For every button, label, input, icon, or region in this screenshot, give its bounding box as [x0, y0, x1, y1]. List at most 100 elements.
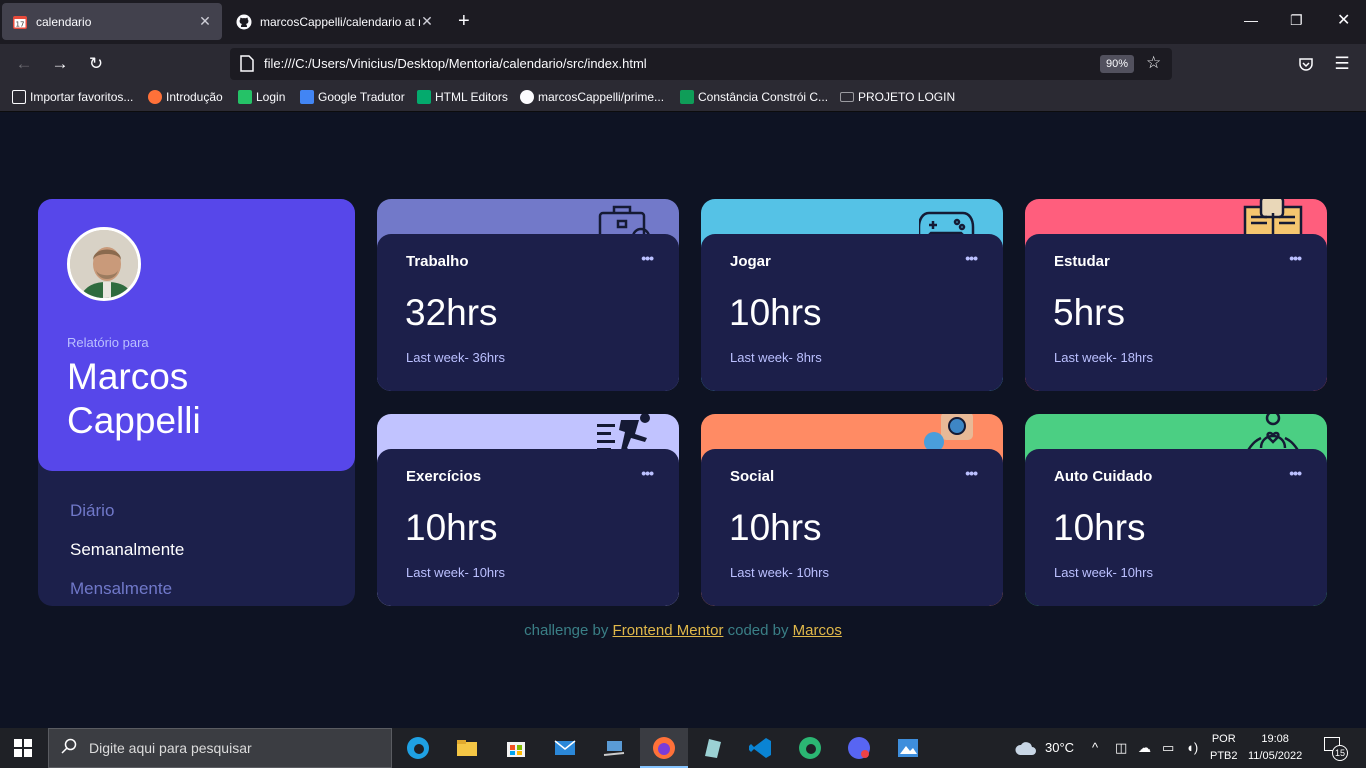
firefox-icon: [148, 90, 162, 104]
calendar-favicon-icon: 17: [12, 14, 28, 30]
card-title: Social: [730, 468, 775, 485]
bookmark-github-prime[interactable]: marcosCappelli/prime...: [520, 90, 664, 104]
github-icon: [236, 14, 252, 30]
close-window-button[interactable]: ✕: [1337, 10, 1350, 30]
period-weekly[interactable]: Semanalmente: [70, 540, 184, 560]
bookmark-label: HTML Editors: [435, 90, 508, 104]
bookmark-label: Importar favoritos...: [30, 90, 134, 104]
ellipsis-menu-icon[interactable]: •••: [1289, 250, 1302, 266]
weather-temperature[interactable]: 30°C: [1045, 740, 1074, 755]
previous-hours: Last week- 36hrs: [406, 350, 505, 365]
page-content: Relatório para Marcos Cappelli Diário Se…: [0, 112, 1366, 728]
windows-start-icon[interactable]: [14, 739, 32, 757]
bookmarks-bar: Importar favoritos... Introdução Login G…: [0, 84, 1366, 112]
reload-icon[interactable]: ↻: [84, 52, 108, 76]
w3schools-icon: [417, 90, 431, 104]
clock-time: 19:08: [1261, 733, 1289, 745]
ellipsis-menu-icon[interactable]: •••: [641, 250, 654, 266]
svg-text:17: 17: [16, 20, 25, 28]
card-title: Estudar: [1054, 253, 1110, 270]
period-daily[interactable]: Diário: [70, 501, 114, 521]
camera-icon[interactable]: ◫: [1115, 740, 1127, 756]
notification-count: 15: [1332, 745, 1348, 761]
firefox-taskbar-icon[interactable]: [650, 734, 678, 762]
page-icon: [240, 55, 254, 77]
discord-icon[interactable]: [845, 734, 873, 762]
browser-tab-bar: 17 calendario ✕ marcosCappelli/calendari…: [0, 0, 1366, 44]
bookmark-label: Login: [256, 90, 286, 104]
tab-github[interactable]: marcosCappelli/calendario at m ✕: [226, 3, 444, 40]
onedrive-cloud-icon[interactable]: ☁: [1138, 740, 1151, 756]
author-link[interactable]: Marcos: [793, 622, 842, 639]
input-language[interactable]: POR PTB2: [1210, 731, 1238, 765]
card-title: Trabalho: [406, 253, 469, 270]
bookmark-label: PROJETO LOGIN: [858, 90, 956, 104]
ellipsis-menu-icon[interactable]: •••: [965, 465, 978, 481]
bookmark-login[interactable]: Login: [238, 90, 285, 104]
photos-icon[interactable]: [894, 734, 922, 762]
github-icon: [520, 90, 534, 104]
bookmark-html-editors[interactable]: HTML Editors: [417, 90, 508, 104]
minimize-window-button[interactable]: —: [1244, 12, 1258, 28]
keyboard-icon: [840, 92, 854, 102]
period-monthly[interactable]: Mensalmente: [70, 579, 172, 599]
bookmark-import[interactable]: Importar favoritos...: [12, 90, 133, 104]
card-body: Auto Cuidado ••• 10hrs Last week- 10hrs: [1025, 449, 1327, 606]
new-tab-button[interactable]: +: [458, 10, 470, 32]
clock-date: 11/05/2022: [1248, 750, 1303, 762]
zoom-level-badge[interactable]: 90%: [1100, 55, 1135, 73]
attribution-middle: coded by: [727, 622, 789, 639]
address-bar[interactable]: file:///C:/Users/Vinicius/Desktop/Mentor…: [230, 48, 1172, 80]
previous-hours: Last week- 10hrs: [1054, 565, 1153, 580]
notifications-icon[interactable]: 15: [1324, 737, 1348, 761]
chevron-up-icon[interactable]: ^: [1092, 740, 1098, 755]
bookmark-star-icon[interactable]: ☆: [1146, 53, 1161, 73]
user-name: Marcos Cappelli: [67, 356, 201, 441]
previous-hours: Last week- 10hrs: [406, 565, 505, 580]
volume-icon[interactable]: ◖): [1186, 740, 1198, 755]
edge-icon[interactable]: [404, 734, 432, 762]
mail-icon[interactable]: [551, 734, 579, 762]
system-clock[interactable]: 19:08 11/05/2022: [1248, 731, 1302, 765]
current-hours: 10hrs: [729, 292, 822, 333]
card-body: Exercícios ••• 10hrs Last week- 10hrs: [377, 449, 679, 606]
network-icon[interactable]: ▭: [1162, 740, 1174, 756]
bookmark-introducao[interactable]: Introdução: [148, 90, 223, 104]
bookmark-constancia[interactable]: Constância Constrói C...: [680, 90, 828, 104]
card-body: Estudar ••• 5hrs Last week- 18hrs: [1025, 234, 1327, 391]
weather-cloud-icon[interactable]: [1014, 738, 1038, 761]
card-title: Exercícios: [406, 468, 482, 485]
laptop-icon[interactable]: [600, 734, 628, 762]
file-explorer-icon[interactable]: [453, 734, 481, 762]
close-tab-icon[interactable]: ✕: [198, 13, 212, 30]
pocket-icon[interactable]: [1294, 52, 1318, 76]
previous-hours: Last week- 8hrs: [730, 350, 822, 365]
ellipsis-menu-icon[interactable]: •••: [641, 465, 654, 481]
bookmark-google-tradutor[interactable]: Google Tradutor: [300, 90, 405, 104]
menu-hamburger-icon[interactable]: ☰: [1330, 52, 1354, 76]
activity-card-jogar: Jogar ••• 10hrs Last week- 8hrs: [701, 199, 1003, 391]
edge-alt-icon[interactable]: [796, 734, 824, 762]
tab-calendario[interactable]: 17 calendario ✕: [2, 3, 222, 40]
attribution-prefix: challenge by: [524, 622, 609, 639]
frontend-mentor-link[interactable]: Frontend Mentor: [613, 622, 724, 639]
vscode-icon[interactable]: [747, 734, 775, 762]
close-tab-icon[interactable]: ✕: [420, 13, 434, 30]
previous-hours: Last week- 18hrs: [1054, 350, 1153, 365]
restore-window-button[interactable]: ❐: [1290, 12, 1303, 29]
bookmark-projeto-login[interactable]: PROJETO LOGIN: [840, 90, 955, 104]
notes-icon[interactable]: [698, 734, 726, 762]
login-site-icon: [238, 90, 252, 104]
taskbar-search-box[interactable]: Digite aqui para pesquisar: [48, 728, 392, 768]
ellipsis-menu-icon[interactable]: •••: [1289, 465, 1302, 481]
current-hours: 10hrs: [405, 507, 498, 548]
store-icon[interactable]: [502, 734, 530, 762]
ellipsis-menu-icon[interactable]: •••: [965, 250, 978, 266]
url-text: file:///C:/Users/Vinicius/Desktop/Mentor…: [264, 56, 647, 71]
back-arrow-icon[interactable]: ←: [12, 52, 36, 76]
forward-arrow-icon[interactable]: →: [48, 52, 72, 76]
windows-taskbar: Digite aqui para pesquisar 30°C ^ ◫ ☁ ▭ …: [0, 728, 1366, 768]
card-body: Trabalho ••• 32hrs Last week- 36hrs: [377, 234, 679, 391]
import-icon: [12, 90, 26, 104]
search-placeholder: Digite aqui para pesquisar: [89, 740, 252, 756]
